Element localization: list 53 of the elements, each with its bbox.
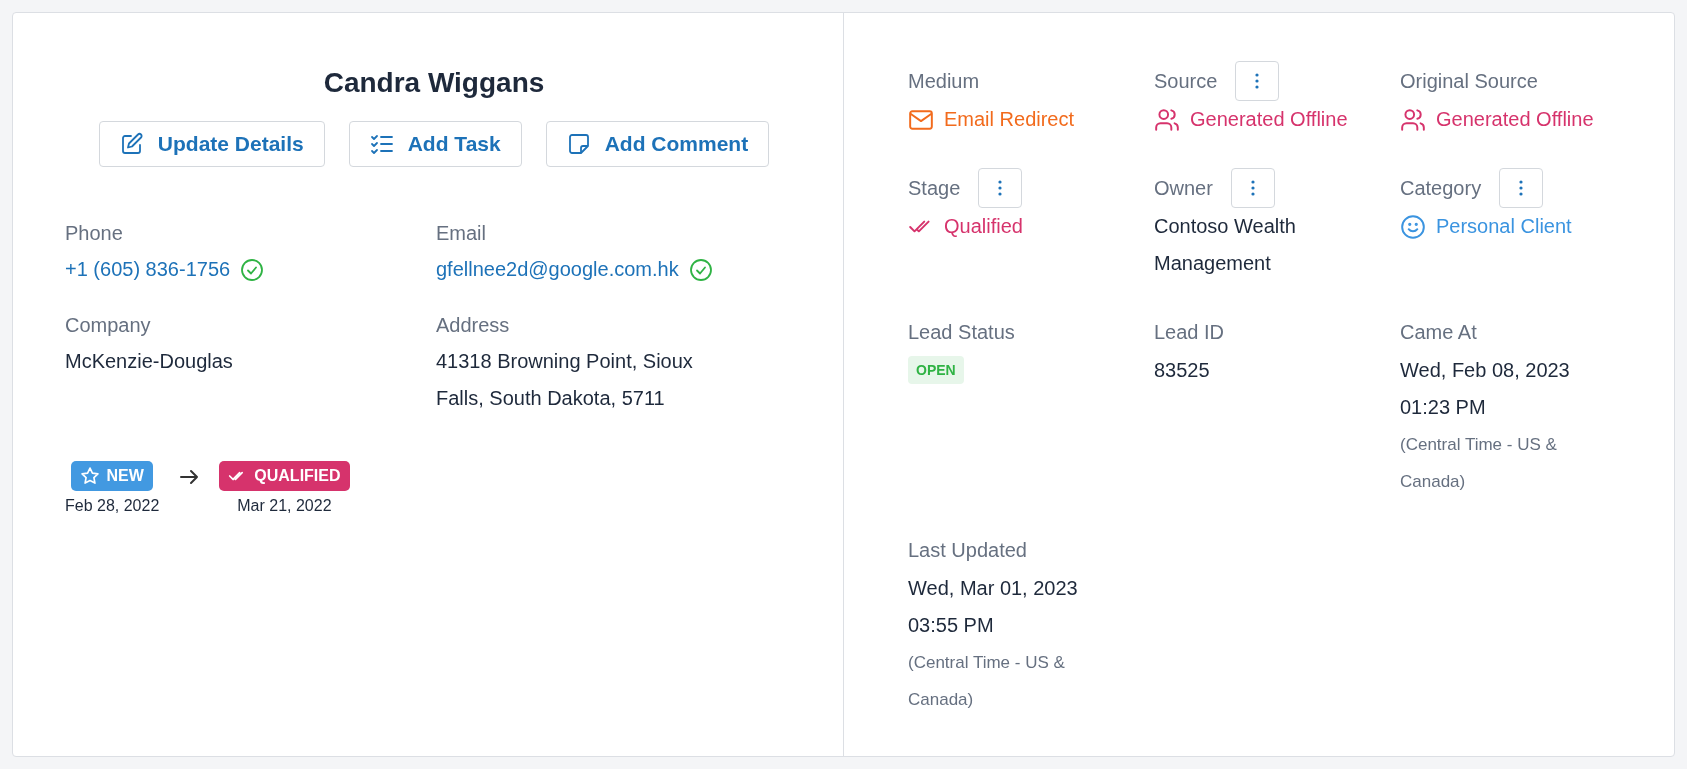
status-badge: OPEN <box>908 356 964 384</box>
kebab-icon <box>998 180 1003 196</box>
checklist-icon <box>369 132 394 156</box>
action-button[interactable]: Add Task <box>348 121 522 167</box>
kebab-icon <box>1519 180 1524 196</box>
field-label: Email <box>436 222 487 245</box>
detail-link[interactable]: Email Redirect <box>944 101 1075 138</box>
more-menu-button[interactable] <box>1235 61 1280 101</box>
stage-badge: QUALIFIED <box>219 461 350 491</box>
stage-date: Mar 21, 2022 <box>237 497 332 515</box>
detail-label: Category <box>1400 176 1482 200</box>
field-value: McKenzie-Douglas <box>65 349 233 374</box>
detail-link[interactable]: Generated Offline <box>1190 101 1348 138</box>
field-value: 41318 Browning Point, Sioux Falls, South Dakota, 5711 <box>436 349 694 411</box>
detail-label: Lead ID <box>1154 320 1225 344</box>
detail-link[interactable]: Personal Client <box>1436 208 1572 245</box>
action-button[interactable]: Update Details <box>98 121 325 167</box>
stage-date: Feb 28, 2022 <box>65 497 160 515</box>
date-value: Wed, Mar 01, 2023 <box>908 576 1079 601</box>
field-label: Address <box>436 314 511 337</box>
kebab-icon <box>1255 73 1260 89</box>
detail-label: Lead Status <box>908 320 1015 344</box>
field-label: Company <box>65 314 152 337</box>
detail-label: Came At <box>1400 320 1477 344</box>
field-link[interactable]: +1 (605) 836-1756 <box>65 251 231 288</box>
action-button[interactable]: Add Comment <box>545 121 770 167</box>
stage-badge: NEW <box>71 461 153 491</box>
detail-link[interactable]: Generated Offline <box>1436 101 1594 138</box>
detail-label: Stage <box>908 176 961 200</box>
detail-label: Last Updated <box>908 538 1027 562</box>
detail-label: Owner <box>1154 176 1213 200</box>
date-value: Wed, Feb 08, 2023 <box>1400 358 1571 383</box>
more-menu-button[interactable] <box>978 168 1023 208</box>
detail-label: Original Source <box>1400 69 1538 93</box>
detail-value: Contoso Wealth Management <box>1154 214 1297 276</box>
detail-label: Source <box>1154 69 1218 93</box>
field-label: Phone <box>65 222 124 245</box>
verified-check-icon <box>240 257 265 282</box>
verified-check-icon <box>688 257 713 282</box>
detail-link[interactable]: Qualified <box>944 208 1023 245</box>
timezone-note: (Central Time - US & Canada) <box>908 652 1066 711</box>
edit-icon <box>119 132 144 156</box>
detail-label: Medium <box>908 69 980 93</box>
more-menu-button[interactable] <box>1499 168 1544 208</box>
kebab-icon <box>1250 180 1255 196</box>
more-menu-button[interactable] <box>1230 168 1275 208</box>
note-icon <box>566 132 591 156</box>
lead-name: Candra Wiggans <box>322 67 546 99</box>
field-link[interactable]: gfellnee2d@google.com.hk <box>436 251 679 288</box>
timezone-note: (Central Time - US & Canada) <box>1400 434 1558 493</box>
time-value: 01:23 PM <box>1400 395 1487 420</box>
detail-value: 83525 <box>1154 358 1211 383</box>
time-value: 03:55 PM <box>908 613 995 638</box>
